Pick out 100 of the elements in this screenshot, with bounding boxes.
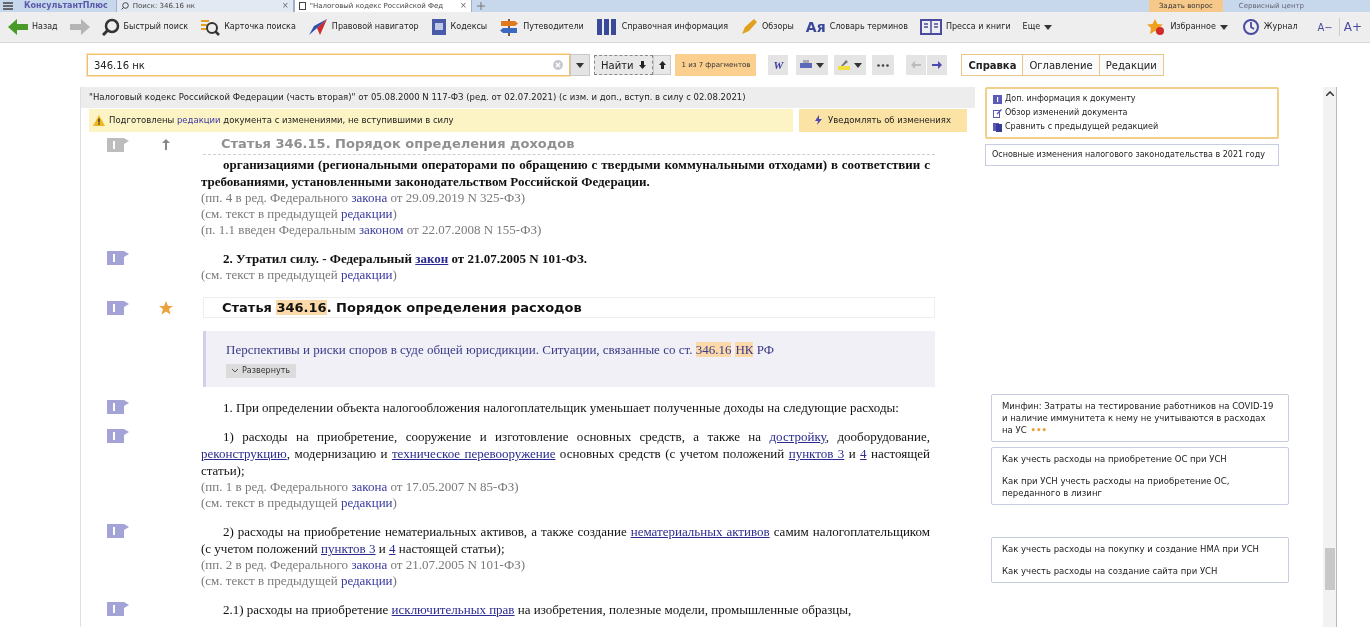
print-button[interactable]: [796, 55, 829, 75]
link[interactable]: редакции: [340, 573, 393, 588]
note-text: (пп. 4 в ред. Федерального закона от 29.09.2019 N 325-ФЗ): [201, 189, 526, 206]
history-dropdown-button[interactable]: [570, 54, 590, 76]
toolbar-button[interactable]: Путеводители: [499, 18, 584, 36]
document-icon: [298, 2, 306, 10]
margin-note[interactable]: Как учесть расходы на приобретение ОС при УСН Как при УСН учесть расходы на приобретение ОС, переданного в лизинг: [991, 447, 1289, 505]
marker-button[interactable]: [834, 55, 867, 75]
info-flag-icon[interactable]: [107, 137, 129, 152]
toolbar-button[interactable]: Кодексы: [430, 18, 488, 36]
book-icon: [430, 18, 447, 36]
letters-icon: Aя: [805, 20, 826, 34]
link[interactable]: редакции: [340, 495, 393, 510]
info-flag-icon[interactable]: [107, 429, 129, 443]
link[interactable]: достройку: [769, 429, 826, 444]
toolbar-button[interactable]: Обзоры: [740, 18, 794, 36]
right-arrow-icon: [932, 61, 943, 69]
scroll-up-icon[interactable]: [1325, 91, 1334, 96]
search-highlight: НК: [735, 341, 754, 357]
close-icon[interactable]: ×: [282, 0, 289, 12]
link[interactable]: пунктов 3: [321, 541, 376, 556]
link[interactable]: закона: [351, 189, 388, 205]
note-link[interactable]: Минфин: Затраты на тестирование работников на COVID-19 и наличие иммунитета к нему не учитываются в расходах на УС •••: [1002, 400, 1278, 436]
link[interactable]: закон: [415, 250, 449, 266]
font-larger-button[interactable]: A+: [1338, 18, 1362, 36]
previous-match-button[interactable]: [653, 55, 672, 75]
note-link[interactable]: Как учесть расходы на создание сайта при УСН: [1002, 565, 1278, 577]
info-flag-icon[interactable]: [107, 300, 129, 315]
notify-button[interactable]: Уведомлять об изменениях: [799, 108, 967, 132]
margin-note[interactable]: Как учесть расходы на покупку и создание НМА при УСН Как учесть расходы на создание сайта при УСН: [991, 537, 1289, 583]
toolbar-button[interactable]: Пресса и книги: [919, 18, 1011, 36]
open-book-icon: [919, 18, 942, 36]
toolbar-button[interactable]: Карточка поиска: [200, 18, 296, 36]
clear-icon[interactable]: [553, 60, 563, 70]
info-flag-icon[interactable]: [107, 400, 129, 414]
link[interactable]: пунктов 3: [788, 446, 845, 461]
star-badge-icon: [1146, 18, 1167, 36]
info-flag-icon[interactable]: [107, 602, 129, 616]
info-flag-icon[interactable]: [107, 524, 129, 538]
toolbar-button[interactable]: Журнал: [1241, 18, 1298, 36]
close-icon[interactable]: ×: [460, 0, 467, 12]
link[interactable]: 4: [389, 541, 396, 556]
document-link[interactable]: Сравнить с предыдущей редакцией: [1005, 121, 1159, 133]
link[interactable]: 4: [860, 446, 867, 461]
word-export-button[interactable]: W: [768, 55, 789, 75]
info-flag-icon[interactable]: [107, 250, 129, 265]
paragraph-text: 2) расходы на приобретение нематериальных активов, а также создание нематериальных активов самим налогоплательщиком (с учетом положений пунктов 3 и 4 настоящей статьи);: [201, 523, 930, 557]
link[interactable]: законом: [358, 221, 404, 237]
star-icon[interactable]: [159, 300, 173, 315]
caret-icon: [854, 62, 863, 68]
news-link[interactable]: Основные изменения налогового законодательства в 2021 году: [985, 144, 1279, 166]
app-logo[interactable]: КонсультантПлюс: [16, 0, 116, 12]
chevron-down-icon: [232, 369, 238, 373]
caret-icon: [1044, 24, 1053, 30]
toolbar-button[interactable]: Назад: [8, 19, 58, 35]
toolbar-button[interactable]: Быстрый поиск: [101, 18, 189, 36]
link[interactable]: закона: [351, 479, 388, 494]
link[interactable]: закона: [351, 557, 388, 572]
new-tab-icon[interactable]: [475, 1, 486, 11]
toolbar-button[interactable]: Правовой навигатор: [307, 18, 419, 36]
document-link[interactable]: Доп. информация к документу: [1005, 93, 1136, 105]
note-text: (п. 1.1 введен Федеральным законом от 22.07.2008 N 155-ФЗ): [201, 221, 543, 238]
binders-icon: [595, 18, 618, 36]
document-title: "Налоговый кодекс Российской Федерации (часть вторая)" от 05.08.2000 N 117-ФЗ (ред. от 02.07.2021) (с изм. и доп., вступ. в силу с 02.08.2021): [81, 87, 975, 108]
font-smaller-button[interactable]: A−: [1317, 19, 1333, 35]
more-button[interactable]: [872, 55, 895, 75]
find-button[interactable]: Найти: [594, 55, 654, 75]
search-field[interactable]: 346.16 нк: [87, 54, 570, 76]
link[interactable]: исключительных прав: [391, 602, 515, 617]
note-link[interactable]: Как учесть расходы на покупку и создание НМА при УСН: [1002, 543, 1278, 555]
toolbar-button[interactable]: Еще: [1022, 21, 1053, 33]
menu-icon[interactable]: [3, 2, 13, 10]
info-icon: [993, 94, 1002, 104]
scrollbar-thumb[interactable]: [1324, 548, 1335, 590]
toolbar-button[interactable]: [69, 19, 90, 35]
toolbar-button[interactable]: Избранное: [1146, 18, 1228, 36]
warning-icon: [93, 114, 105, 126]
expand-button[interactable]: Развернуть: [226, 364, 297, 378]
note-text: (см. текст в предыдущей редакции): [201, 205, 398, 222]
forward-arrow-icon: [69, 19, 90, 35]
clock-history-icon: [1241, 18, 1260, 36]
forward-button[interactable]: [927, 55, 948, 75]
link[interactable]: редакции: [340, 205, 393, 221]
search-highlight: 346.16: [695, 341, 732, 357]
link[interactable]: техническое перевооружение: [391, 446, 556, 461]
printer-icon: [800, 60, 813, 70]
link[interactable]: редакции: [340, 266, 393, 282]
link[interactable]: реконструкцию: [201, 446, 287, 461]
link[interactable]: редакции: [176, 114, 221, 125]
panel-tab[interactable]: Оглавление: [1022, 55, 1099, 75]
margin-note[interactable]: Минфин: Затраты на тестирование работников на COVID-19 и наличие иммунитета к нему не учитываются в расходах на УС •••: [991, 394, 1289, 442]
note-link[interactable]: Как при УСН учесть расходы на приобретение ОС, переданного в лизинг: [1002, 475, 1278, 499]
panel-tab[interactable]: Редакции: [1098, 55, 1163, 75]
note-link[interactable]: Как учесть расходы на приобретение ОС при УСН: [1002, 453, 1278, 465]
link[interactable]: нематериальных активов: [630, 524, 770, 539]
toolbar-button[interactable]: Справочная информация: [595, 18, 729, 36]
up-arrow-icon[interactable]: [162, 139, 170, 150]
pen-icon: [740, 18, 759, 36]
document-link[interactable]: Обзор изменений документа: [1005, 107, 1128, 119]
toolbar-button[interactable]: Aя Словарь терминов: [805, 20, 908, 34]
